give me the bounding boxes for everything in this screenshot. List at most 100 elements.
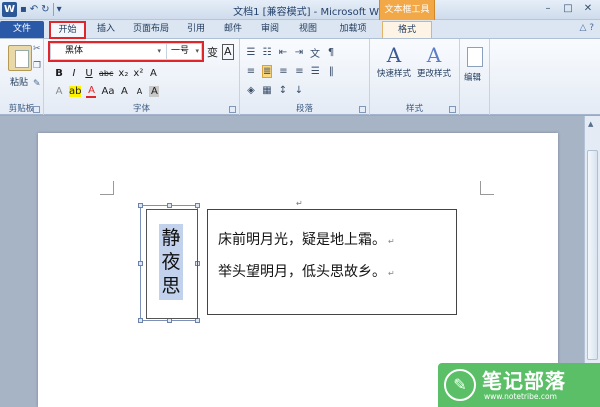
styles-launcher-icon[interactable] <box>449 106 456 113</box>
ribbon-tabs: 文件 开始 插入 页面布局 引用 邮件 审阅 视图 加载项 格式 △ ? <box>0 20 600 39</box>
highlight-button[interactable]: ab <box>69 86 82 97</box>
line-spacing-button[interactable]: ‖ <box>326 66 336 77</box>
para-row-2: ≡ ≣ ≡ ≡ ☰ ‖ <box>246 65 336 78</box>
binoculars-icon[interactable] <box>467 47 483 67</box>
tab-view[interactable]: 视图 <box>292 21 324 38</box>
poem-line-text: 举头望明月，低头思故乡。 <box>218 264 386 280</box>
editing-group: 编辑 <box>460 39 490 115</box>
margin-corner-tr <box>480 181 494 195</box>
resize-handle[interactable] <box>138 203 143 208</box>
horizontal-textbox[interactable]: 床前明月光，疑是地上霜。 ↵ 举头望明月，低头思故乡。 ↵ <box>207 209 457 315</box>
font-color-row: A ab A Aa A A A <box>54 85 160 98</box>
paragraph-mark: ↵ <box>296 199 303 208</box>
tab-file[interactable]: 文件 <box>0 21 44 38</box>
margin-corner-tl <box>100 181 114 195</box>
grow-font-button[interactable]: A <box>119 86 129 97</box>
tab-addins[interactable]: 加载项 <box>331 21 375 38</box>
window-title: 文档1 [兼容模式] - Microsoft Word <box>233 7 395 18</box>
underline-button[interactable]: U <box>84 68 94 79</box>
italic-button[interactable]: I <box>69 68 79 79</box>
clipboard-launcher-icon[interactable] <box>33 106 40 113</box>
paragraph-launcher-icon[interactable] <box>359 106 366 113</box>
font-format-row: B I U abc x₂ x² A <box>54 68 158 79</box>
site-watermark: ✎ 笔记部落 www.notetribe.com <box>438 363 600 407</box>
bold-button[interactable]: B <box>54 68 64 79</box>
clear-format-button[interactable]: A <box>148 68 158 79</box>
change-styles-icon: A <box>426 43 442 67</box>
window-controls: – □ ✕ <box>540 3 596 16</box>
shading-button[interactable]: ◈ <box>246 85 256 96</box>
numbering-button[interactable]: ☷ <box>262 47 272 58</box>
tab-page-layout[interactable]: 页面布局 <box>128 21 174 38</box>
copy-icon[interactable]: ❐ <box>33 61 41 71</box>
font-launcher-icon[interactable] <box>229 106 236 113</box>
increase-indent-button[interactable]: ⇥ <box>294 47 304 58</box>
tab-review[interactable]: 审阅 <box>254 21 286 38</box>
resize-handle[interactable] <box>138 261 143 266</box>
quick-styles-button[interactable]: A 快速样式 <box>374 43 414 79</box>
maximize-button[interactable]: □ <box>560 3 576 16</box>
sort-button[interactable]: ↕ <box>278 85 288 96</box>
clipboard-group: 粘贴 ✂ ❐ ✎ 剪贴板 <box>0 39 44 115</box>
bullets-button[interactable]: ☰ <box>246 47 256 58</box>
paste-icon[interactable] <box>8 45 32 71</box>
tab-mailings[interactable]: 邮件 <box>217 21 249 38</box>
tab-format[interactable]: 格式 <box>382 21 432 38</box>
poem-line: 床前明月光，疑是地上霜。 ↵ <box>218 224 456 256</box>
align-left-button[interactable]: ≡ <box>246 66 256 77</box>
vertical-char: 静 <box>161 227 181 249</box>
distributed-button[interactable]: ☰ <box>310 66 320 77</box>
minimize-button[interactable]: – <box>540 3 556 16</box>
poem-line-text: 床前明月光，疑是地上霜。 <box>218 232 386 248</box>
cut-icon[interactable]: ✂ <box>33 44 41 54</box>
strikethrough-button[interactable]: abc <box>99 69 113 78</box>
context-tab-title: 文本框工具 <box>379 0 435 20</box>
scroll-up-icon[interactable]: ▲ <box>588 120 593 128</box>
tab-insert[interactable]: 插入 <box>88 21 124 38</box>
quick-styles-icon: A <box>386 43 402 67</box>
editing-button[interactable]: 编辑 <box>464 71 481 83</box>
styles-group: A 快速样式 A 更改样式 样式 <box>370 39 460 115</box>
vertical-char: 夜 <box>161 251 181 273</box>
pencil-icon: ✎ <box>444 369 476 401</box>
decrease-indent-button[interactable]: ⇤ <box>278 47 288 58</box>
text-effects-button[interactable]: A <box>54 86 64 97</box>
vertical-textbox[interactable]: 静 夜 思 <box>146 209 198 319</box>
resize-handle[interactable] <box>195 203 200 208</box>
format-painter-icon[interactable]: ✎ <box>33 79 41 89</box>
poem-line: 举头望明月，低头思故乡。 ↵ <box>218 256 456 288</box>
subscript-button[interactable]: x₂ <box>118 68 128 79</box>
shrink-font-button[interactable]: A <box>134 87 144 96</box>
change-case-button[interactable]: Aa <box>101 86 114 97</box>
char-border-button[interactable]: A <box>222 44 234 60</box>
styles-group-label: 样式 <box>405 104 423 114</box>
superscript-button[interactable]: x² <box>133 68 143 79</box>
paragraph-group: ☰ ☷ ⇤ ⇥ 文 ¶ ≡ ≣ ≡ ≡ ☰ ‖ ◈ ▦ ↕ ↓ 段落 <box>240 39 370 115</box>
phonetic-guide-button[interactable]: 变 <box>207 44 218 60</box>
show-hide-button[interactable]: ↓ <box>294 85 304 96</box>
align-right-button[interactable]: ≡ <box>278 66 288 77</box>
vertical-text[interactable]: 静 夜 思 <box>159 224 183 300</box>
close-button[interactable]: ✕ <box>580 3 596 16</box>
show-marks-button[interactable]: ¶ <box>326 47 336 58</box>
scroll-thumb[interactable] <box>587 150 598 360</box>
paste-button[interactable]: 粘贴 <box>10 75 28 88</box>
font-color-button[interactable]: A <box>86 85 97 98</box>
ribbon: 粘贴 ✂ ❐ ✎ 剪贴板 黑体 ▾ 一号 ▾ 变 A B I U abc x₂ … <box>0 39 600 115</box>
char-shading-button[interactable]: A <box>149 86 160 97</box>
resize-handle[interactable] <box>167 203 172 208</box>
paragraph-mark: ↵ <box>388 269 395 278</box>
tab-references[interactable]: 引用 <box>180 21 212 38</box>
font-group-label: 字体 <box>132 104 150 114</box>
resize-handle[interactable] <box>138 318 143 323</box>
help-icon[interactable]: △ ? <box>579 23 594 33</box>
borders-button[interactable]: ▦ <box>262 85 272 96</box>
watermark-title: 笔记部落 <box>482 369 566 393</box>
vertical-char: 思 <box>161 275 181 297</box>
change-styles-button[interactable]: A 更改样式 <box>414 43 454 79</box>
tab-home[interactable]: 开始 <box>49 21 86 39</box>
text-direction-button[interactable]: 文 <box>310 45 320 60</box>
justify-button[interactable]: ≡ <box>294 66 304 77</box>
font-group: 黑体 ▾ 一号 ▾ 变 A B I U abc x₂ x² A A ab A A… <box>44 39 240 115</box>
align-center-button[interactable]: ≣ <box>262 65 273 78</box>
